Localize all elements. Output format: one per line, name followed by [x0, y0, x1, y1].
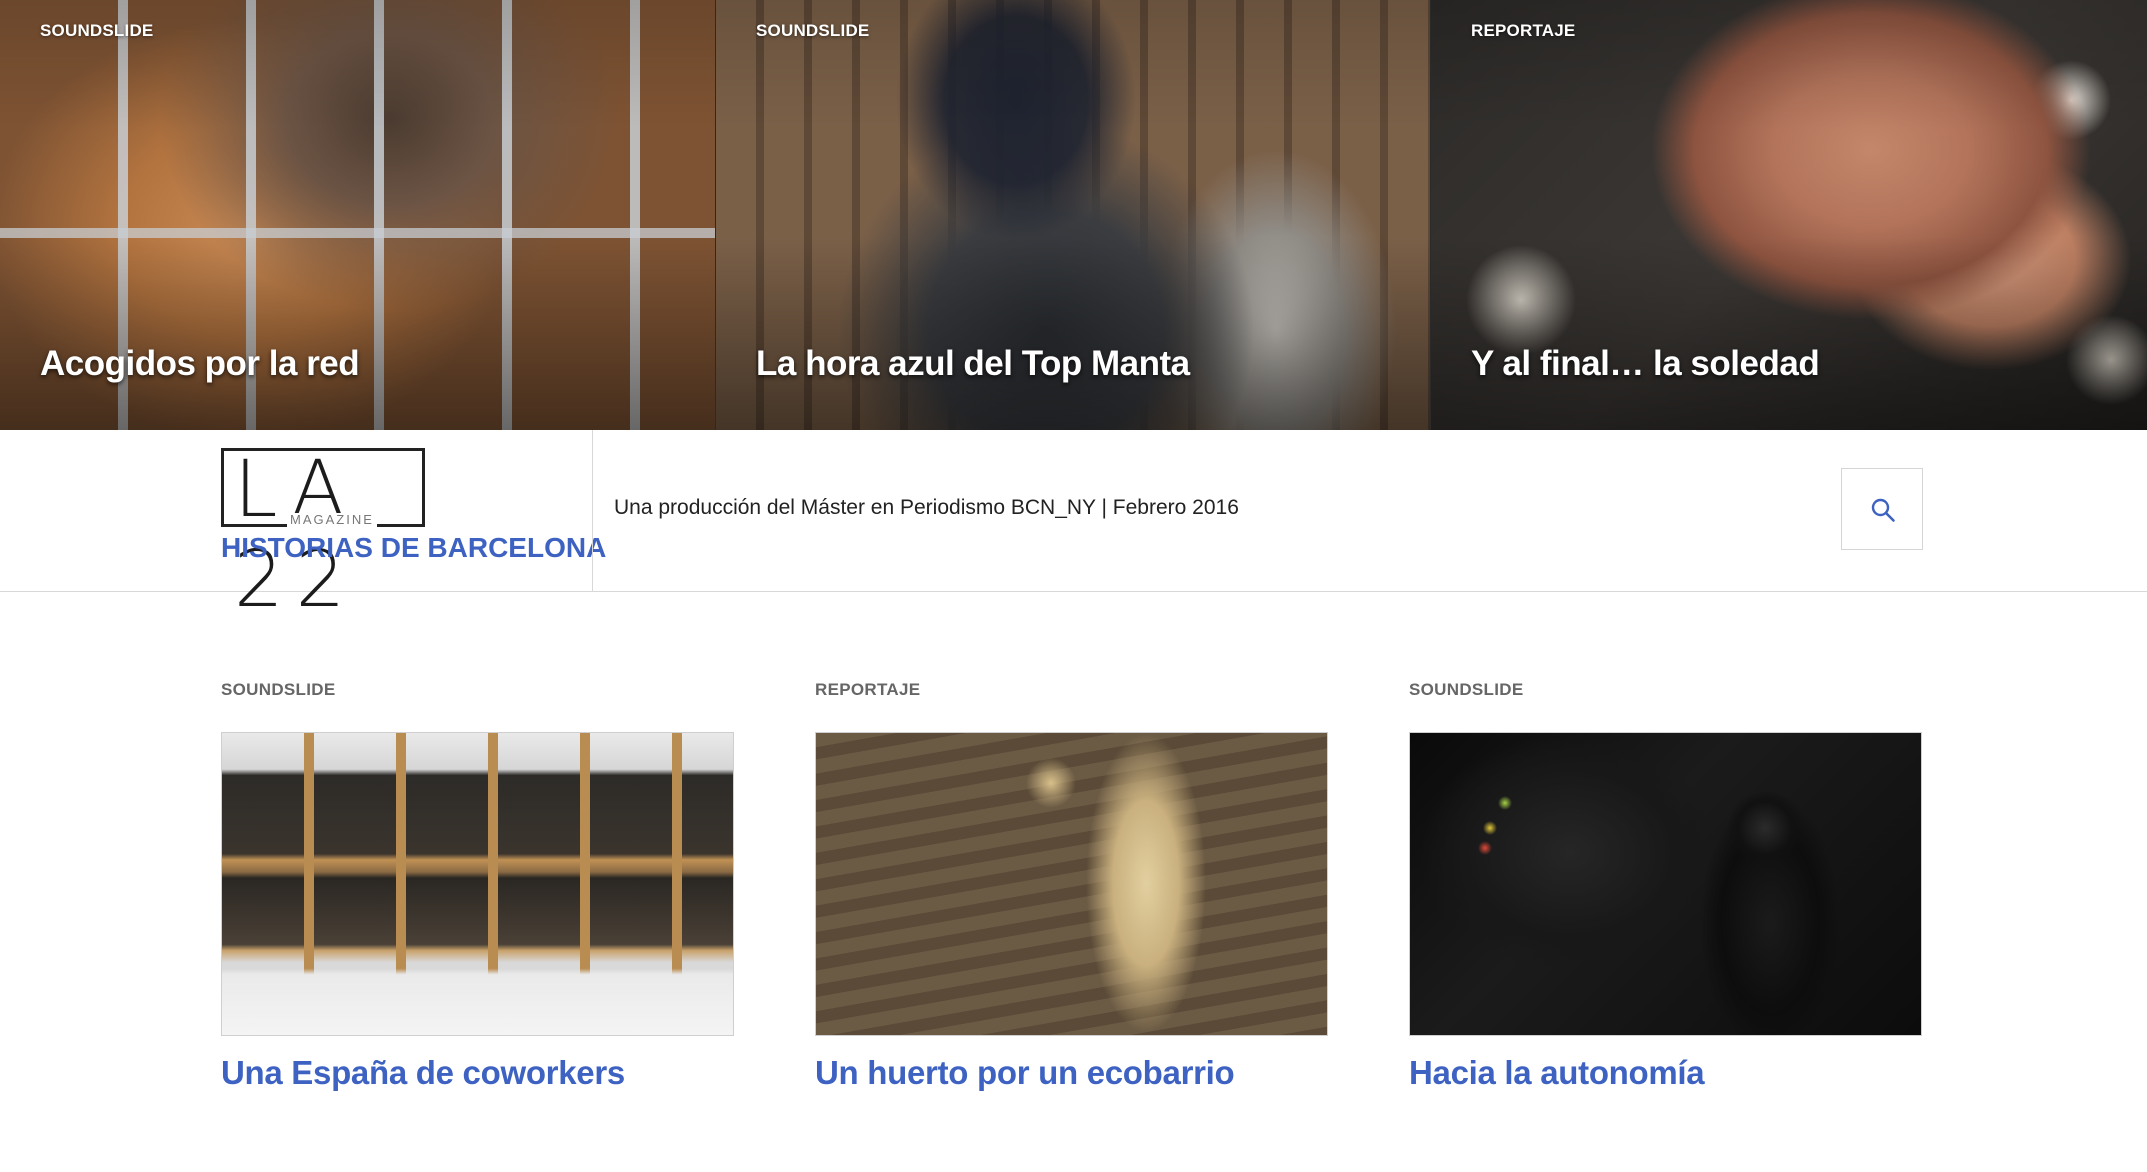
hero-category[interactable]: REPORTAJE	[1471, 21, 1575, 41]
hero-title[interactable]: Y al final… la soledad	[1471, 344, 1820, 384]
hero-item-1[interactable]: SOUNDSLIDE Acogidos por la red	[0, 0, 715, 430]
card-category[interactable]: SOUNDSLIDE	[1409, 680, 1523, 700]
hero-title[interactable]: La hora azul del Top Manta	[756, 344, 1190, 384]
site-header: LA 22 MAGAZINE HISTORIAS DE BARCELONA Un…	[0, 430, 2147, 625]
card-image[interactable]	[221, 732, 734, 1036]
hero-item-2[interactable]: SOUNDSLIDE La hora azul del Top Manta	[715, 0, 1430, 430]
site-logo[interactable]: LA 22 MAGAZINE	[221, 445, 425, 625]
hero-category[interactable]: SOUNDSLIDE	[40, 21, 153, 41]
hero-title[interactable]: Acogidos por la red	[40, 344, 360, 384]
card-category[interactable]: REPORTAJE	[815, 680, 920, 700]
brand: LA 22 MAGAZINE HISTORIAS DE BARCELONA	[221, 445, 606, 625]
search-button[interactable]	[1841, 468, 1923, 550]
header-divider	[592, 430, 593, 591]
card-image[interactable]	[815, 732, 1328, 1036]
hero-category[interactable]: SOUNDSLIDE	[756, 21, 869, 41]
site-title[interactable]: HISTORIAS DE BARCELONA	[221, 532, 606, 564]
card-title[interactable]: Hacia la autonomía	[1409, 1054, 1705, 1092]
card-category[interactable]: SOUNDSLIDE	[221, 680, 335, 700]
card-title[interactable]: Un huerto por un ecobarrio	[815, 1054, 1235, 1092]
card-image[interactable]	[1409, 732, 1922, 1036]
article-grid: SOUNDSLIDE Una España de coworkers REPOR…	[0, 592, 2147, 1172]
card-title[interactable]: Una España de coworkers	[221, 1054, 625, 1092]
hero-item-3[interactable]: REPORTAJE Y al final… la soledad	[1430, 0, 2147, 430]
site-tagline: Una producción del Máster en Periodismo …	[614, 496, 1239, 519]
logo-subtext: MAGAZINE	[287, 513, 377, 527]
hero-strip: SOUNDSLIDE Acogidos por la red SOUNDSLID…	[0, 0, 2147, 430]
search-icon	[1871, 498, 1895, 522]
